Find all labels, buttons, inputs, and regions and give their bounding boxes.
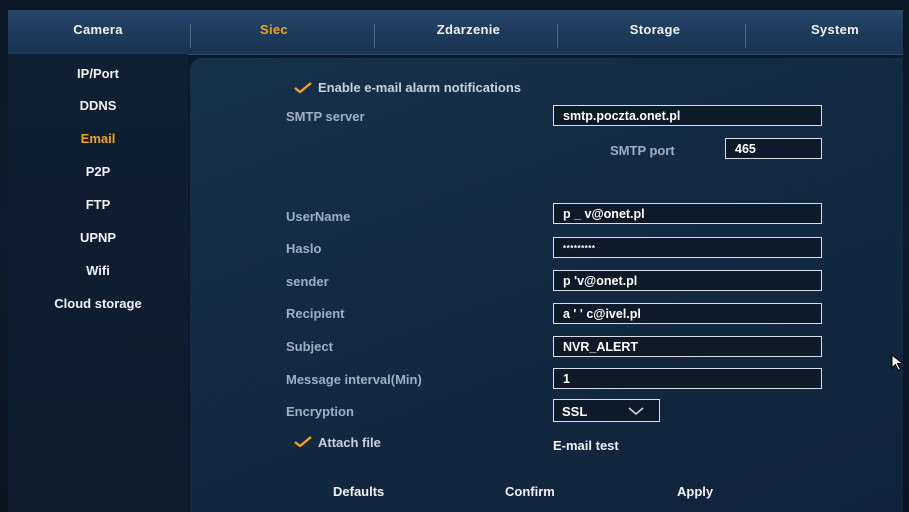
smtp-server-field[interactable]: smtp.poczta.onet.pl <box>553 105 822 126</box>
sender-label: sender <box>286 274 329 289</box>
nvr-settings-screen: Camera Siec Zdarzenie Storage System IP/… <box>0 0 909 512</box>
smtp-server-label: SMTP server <box>286 109 365 124</box>
enable-email-label: Enable e-mail alarm notifications <box>318 80 521 95</box>
tab-siec[interactable]: Siec <box>188 10 378 54</box>
tab-storage[interactable]: Storage <box>560 10 750 54</box>
encryption-value: SSL <box>562 404 588 419</box>
sidebar-item-ftp[interactable]: FTP <box>8 197 188 212</box>
sidebar-item-ip-port[interactable]: IP/Port <box>8 66 188 81</box>
checkmark-icon <box>294 436 312 448</box>
message-interval-field[interactable]: 1 <box>553 368 822 389</box>
username-field[interactable]: p _ v@onet.pl <box>553 203 822 224</box>
sidebar-item-ddns[interactable]: DDNS <box>8 98 188 113</box>
mouse-pointer-icon <box>891 354 904 372</box>
subject-label: Subject <box>286 339 333 354</box>
sender-field[interactable]: p 'v@onet.pl <box>553 270 822 291</box>
settings-sidebar: IP/Port DDNS Email P2P FTP UPNP Wifi Clo… <box>8 54 188 512</box>
apply-button[interactable]: Apply <box>677 484 713 499</box>
password-field[interactable]: ********* <box>553 237 822 258</box>
defaults-button[interactable]: Defaults <box>333 484 384 499</box>
tab-separator <box>374 24 375 48</box>
confirm-button[interactable]: Confirm <box>505 484 555 499</box>
email-settings-panel: Enable e-mail alarm notifications SMTP s… <box>190 58 903 512</box>
checkmark-icon <box>294 82 312 94</box>
sidebar-item-wifi[interactable]: Wifi <box>8 263 188 278</box>
tab-zdarzenie[interactable]: Zdarzenie <box>376 10 561 54</box>
tab-system[interactable]: System <box>748 10 903 54</box>
top-tab-bar: Camera Siec Zdarzenie Storage System <box>8 10 903 55</box>
sidebar-item-upnp[interactable]: UPNP <box>8 230 188 245</box>
tab-separator <box>557 24 558 48</box>
recipient-field[interactable]: a ' ' c@ivel.pl <box>553 303 822 324</box>
encryption-dropdown[interactable]: SSL <box>553 399 660 422</box>
enable-email-checkbox[interactable] <box>293 80 313 98</box>
tab-camera[interactable]: Camera <box>8 10 188 54</box>
sidebar-item-cloud-storage[interactable]: Cloud storage <box>8 296 188 311</box>
sidebar-item-email[interactable]: Email <box>8 131 188 146</box>
encryption-label: Encryption <box>286 404 354 419</box>
password-label: Haslo <box>286 241 322 256</box>
chevron-down-icon <box>628 407 644 415</box>
username-label: UserName <box>286 209 351 224</box>
attach-file-label: Attach file <box>318 435 381 450</box>
recipient-label: Recipient <box>286 306 345 321</box>
smtp-port-label: SMTP port <box>610 143 675 158</box>
attach-file-checkbox[interactable] <box>293 434 313 452</box>
email-test-button[interactable]: E-mail test <box>553 438 619 453</box>
tab-separator <box>745 24 746 48</box>
subject-field[interactable]: NVR_ALERT <box>553 336 822 357</box>
message-interval-label: Message interval(Min) <box>286 372 422 387</box>
smtp-port-field[interactable]: 465 <box>725 138 822 159</box>
sidebar-item-p2p[interactable]: P2P <box>8 164 188 179</box>
